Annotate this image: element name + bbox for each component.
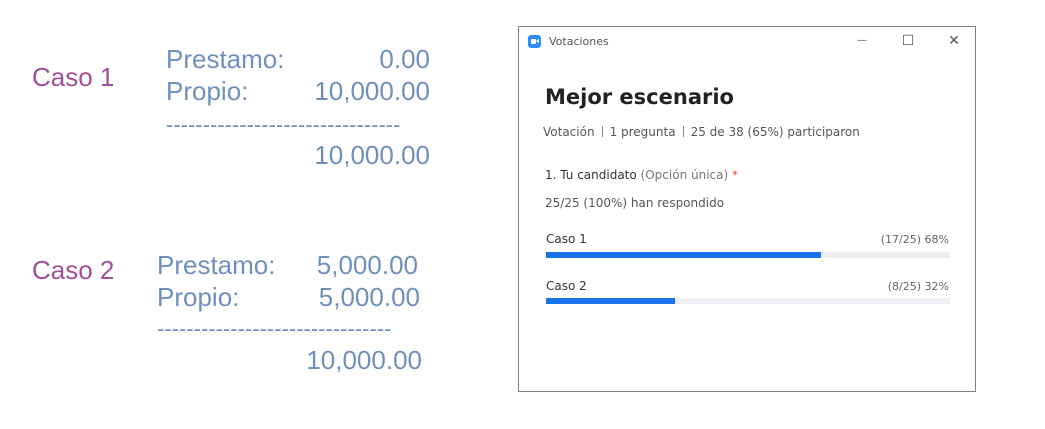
case1-prestamo-value: 0.00 — [379, 44, 430, 74]
case1-prestamo-label: Prestamo: — [166, 44, 285, 74]
zoom-video-icon — [528, 35, 541, 48]
option-stat: (8/25) 32% — [887, 280, 949, 293]
question-heading: 1. Tu candidato (Opción única) * — [545, 168, 738, 182]
case1-divider: -------------------------------- — [166, 112, 401, 137]
poll-question-count: 1 pregunta — [609, 125, 676, 139]
option-stat: (17/25) 68% — [880, 233, 949, 246]
case1-label: Caso 1 — [32, 62, 115, 92]
case1-propio-label: Propio: — [166, 76, 249, 106]
case2-prestamo-label: Prestamo: — [157, 250, 276, 280]
poll-title: Mejor escenario — [545, 85, 734, 109]
case2-prestamo-value: 5,000.00 — [316, 250, 418, 280]
question-text: 1. Tu candidato — [545, 168, 637, 182]
case1-propio-value: 10,000.00 — [314, 76, 430, 106]
poll-participation: 25 de 38 (65%) participaron — [690, 125, 860, 139]
case2-label: Caso 2 — [32, 255, 115, 285]
meta-divider — [682, 126, 684, 137]
option-label: Caso 2 — [546, 279, 587, 293]
window-title: Votaciones — [549, 35, 609, 48]
case1-total: 10,000.00 — [314, 140, 430, 170]
option-bar-fill — [546, 252, 821, 258]
meta-divider — [601, 126, 603, 137]
option-bar-fill — [546, 298, 676, 304]
required-mark: * — [732, 168, 738, 182]
poll-window: Votaciones — ☐ ✕ Mejor escenario Votació… — [518, 26, 976, 392]
minimize-button[interactable]: — — [847, 30, 877, 52]
question-type: (Opción única) — [640, 168, 729, 182]
answered-count: 25/25 (100%) han respondido — [545, 196, 725, 210]
poll-meta: Votación 1 pregunta 25 de 38 (65%) partici… — [543, 125, 860, 139]
case2-total: 10,000.00 — [306, 345, 422, 375]
maximize-button[interactable]: ☐ — [893, 30, 923, 52]
poll-type: Votación — [543, 125, 595, 139]
option-label: Caso 1 — [546, 232, 587, 246]
window-titlebar[interactable]: Votaciones — ☐ ✕ — [519, 27, 975, 55]
case2-propio-label: Propio: — [157, 282, 240, 312]
close-button[interactable]: ✕ — [939, 30, 969, 52]
option-bar-track — [546, 298, 950, 304]
case2-divider: -------------------------------- — [157, 316, 392, 341]
case2-propio-value: 5,000.00 — [318, 282, 420, 312]
option-bar-track — [546, 252, 950, 258]
